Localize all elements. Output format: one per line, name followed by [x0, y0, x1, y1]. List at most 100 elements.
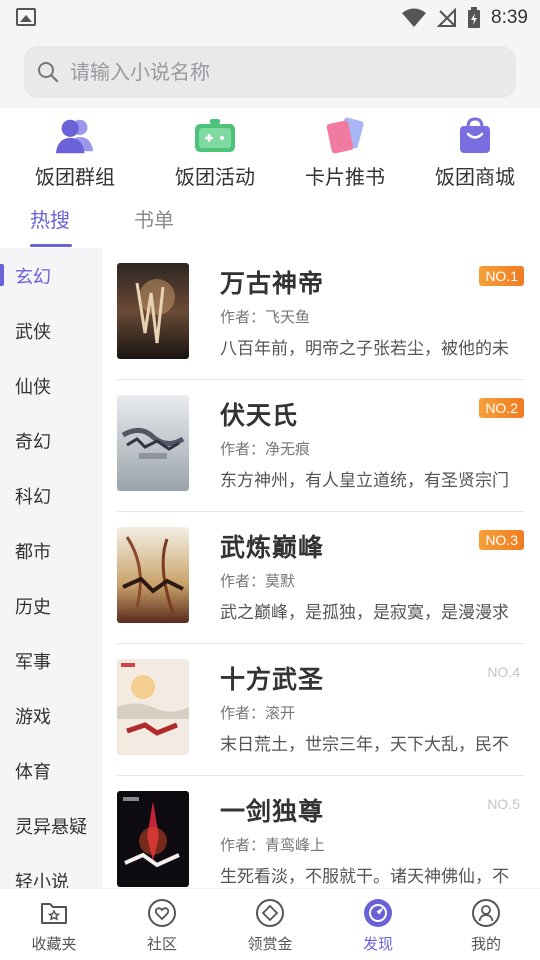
active-genre-indicator	[0, 264, 4, 286]
book-item[interactable]: 伏天氏 NO.2 作者：净无痕 东方神州，有人皇立道统，有圣贤宗门	[102, 380, 540, 512]
tab-indicator	[30, 244, 72, 247]
nav-community[interactable]: 社区	[108, 889, 216, 960]
genre-label: 历史	[15, 596, 51, 618]
genre-item-xianxia[interactable]: 仙侠	[0, 358, 102, 413]
profile-icon	[472, 899, 500, 927]
genre-item-xuanhuan[interactable]: 玄幻	[0, 248, 102, 303]
category-mall[interactable]: 饭团商城	[410, 108, 540, 190]
nav-label: 我的	[470, 935, 501, 953]
wifi-icon	[402, 8, 427, 27]
gallery-notification-icon	[16, 8, 36, 26]
status-bar: 8:39	[0, 0, 540, 36]
nav-label: 社区	[146, 935, 177, 953]
book-author: 作者：飞天鱼	[220, 308, 311, 326]
nav-label: 收藏夹	[31, 935, 77, 953]
rank-number: NO.4	[487, 664, 520, 680]
category-activity[interactable]: 饭团活动	[150, 108, 280, 190]
category-label: 饭团群组	[35, 165, 115, 189]
shopping-bag-icon	[453, 114, 497, 157]
category-label: 饭团商城	[435, 165, 515, 189]
category-shortcuts: 饭团群组 饭团活动 卡片推书 饭团商城	[0, 108, 540, 190]
genre-sidebar: 玄幻 武侠 仙侠 奇幻 科幻 都市 历史 军事 游戏 体育 灵异悬疑 轻小说	[0, 248, 102, 888]
category-label: 饭团活动	[175, 165, 255, 189]
nav-reward[interactable]: 领赏金	[216, 889, 324, 960]
book-description: 武之巅峰，是孤独，是寂寞，是漫漫求	[220, 603, 509, 623]
book-author: 作者：净无痕	[220, 440, 311, 458]
book-cover[interactable]	[117, 263, 189, 359]
genre-label: 仙侠	[15, 376, 51, 398]
book-description: 八百年前，明帝之子张若尘，被他的未	[220, 339, 509, 359]
book-author: 作者：滚开	[220, 704, 296, 722]
nav-favorites[interactable]: 收藏夹	[0, 889, 108, 960]
genre-item-youxi[interactable]: 游戏	[0, 688, 102, 743]
tab-hot-search[interactable]: 热搜	[30, 204, 70, 233]
discover-compass-icon	[364, 899, 392, 927]
book-title: 伏天氏	[220, 401, 299, 430]
book-cover[interactable]	[117, 659, 189, 755]
search-area	[0, 36, 540, 108]
genre-label: 科幻	[15, 486, 51, 508]
genre-label: 灵异悬疑	[15, 816, 87, 838]
book-author: 作者：青鸾峰上	[220, 836, 326, 854]
rank-badge: NO.3	[479, 530, 524, 550]
genre-item-junshi[interactable]: 军事	[0, 633, 102, 688]
book-item[interactable]: 武炼巅峰 NO.3 作者：莫默 武之巅峰，是孤独，是寂寞，是漫漫求	[102, 512, 540, 644]
book-cover[interactable]	[117, 527, 189, 623]
genre-label: 轻小说	[15, 871, 69, 889]
genre-label: 体育	[15, 761, 51, 783]
genre-item-dushi[interactable]: 都市	[0, 523, 102, 578]
genre-label: 都市	[15, 541, 51, 563]
status-right: 8:39	[401, 6, 528, 30]
genre-item-wuxia[interactable]: 武侠	[0, 303, 102, 358]
book-title: 万古神帝	[220, 269, 325, 298]
status-time: 8:39	[491, 7, 528, 28]
nav-label: 领赏金	[247, 935, 293, 953]
community-heart-icon	[148, 899, 176, 927]
bottom-navigation: 收藏夹 社区 领赏金 发现 我的	[0, 888, 540, 960]
book-author: 作者：莫默	[220, 572, 296, 590]
genre-item-qingxiaoshuo[interactable]: 轻小说	[0, 853, 102, 889]
book-title: 十方武圣	[220, 665, 325, 694]
genre-item-tiyu[interactable]: 体育	[0, 743, 102, 798]
bookmark-folder-icon	[41, 903, 67, 924]
genre-item-kehuan[interactable]: 科幻	[0, 468, 102, 523]
tab-bar: 热搜 书单	[0, 190, 540, 248]
nav-profile[interactable]: 我的	[432, 889, 540, 960]
search-icon	[38, 62, 59, 83]
tab-booklist[interactable]: 书单	[134, 204, 174, 233]
book-description: 末日荒土，世宗三年，天下大乱，民不	[220, 735, 509, 755]
book-list: 万古神帝 NO.1 作者：飞天鱼 八百年前，明帝之子张若尘，被他的未 伏天氏 N…	[102, 248, 540, 888]
nav-label: 发现	[362, 935, 393, 953]
no-signal-icon	[437, 8, 457, 27]
book-item[interactable]: 一剑独尊 NO.5 作者：青鸾峰上 生死看淡，不服就干。诸天神佛仙，不	[102, 776, 540, 888]
category-group[interactable]: 饭团群组	[0, 108, 150, 190]
rank-badge: NO.2	[479, 398, 524, 418]
group-icon	[53, 114, 97, 157]
book-description: 生死看淡，不服就干。诸天神佛仙，不	[220, 867, 509, 887]
genre-item-qihuan[interactable]: 奇幻	[0, 413, 102, 468]
book-title: 一剑独尊	[220, 797, 325, 826]
nav-discover[interactable]: 发现	[324, 889, 432, 960]
book-item[interactable]: 万古神帝 NO.1 作者：飞天鱼 八百年前，明帝之子张若尘，被他的未	[102, 248, 540, 380]
genre-label: 玄幻	[15, 266, 51, 288]
genre-label: 武侠	[15, 321, 51, 343]
battery-charging-icon	[468, 7, 481, 28]
category-label: 卡片推书	[305, 165, 385, 189]
genre-label: 军事	[15, 651, 51, 673]
search-box[interactable]	[24, 46, 516, 98]
book-cover[interactable]	[117, 791, 189, 887]
book-title: 武炼巅峰	[220, 533, 325, 562]
search-input[interactable]	[70, 60, 490, 84]
book-item[interactable]: 十方武圣 NO.4 作者：滚开 末日荒土，世宗三年，天下大乱，民不	[102, 644, 540, 776]
reward-diamond-icon	[256, 899, 284, 927]
rank-badge: NO.1	[479, 266, 524, 286]
cards-icon	[323, 114, 367, 157]
genre-item-lingyi[interactable]: 灵异悬疑	[0, 798, 102, 853]
genre-label: 游戏	[15, 706, 51, 728]
book-description: 东方神州，有人皇立道统，有圣贤宗门	[220, 471, 509, 491]
gamepad-icon	[193, 114, 237, 157]
category-cards[interactable]: 卡片推书	[280, 108, 410, 190]
genre-item-lishi[interactable]: 历史	[0, 578, 102, 633]
genre-label: 奇幻	[15, 431, 51, 453]
book-cover[interactable]	[117, 395, 189, 491]
